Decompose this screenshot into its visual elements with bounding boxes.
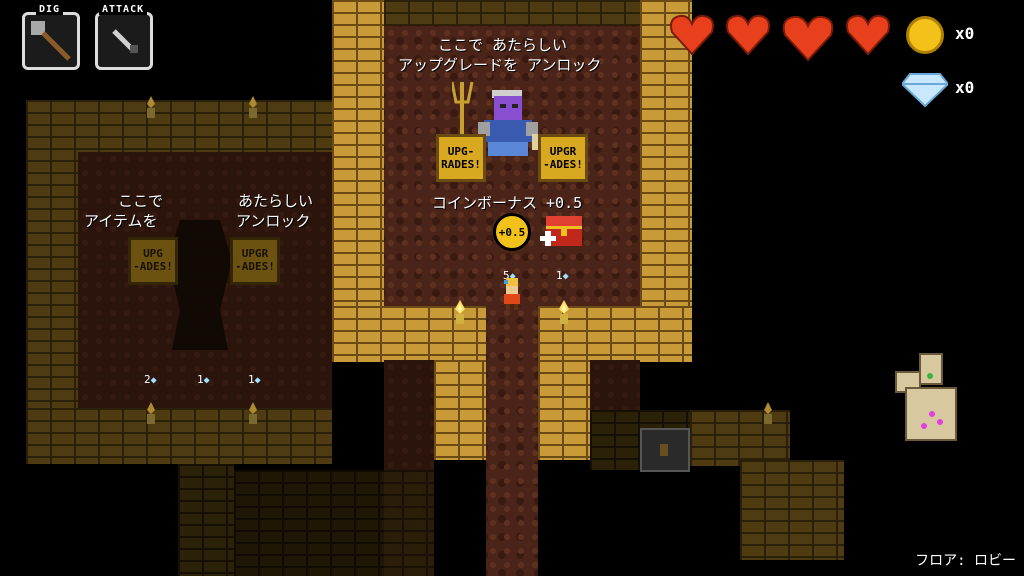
coin-icon <box>906 16 944 54</box>
diamond-icon: ◆ <box>203 375 210 386</box>
coin-count: x0 <box>955 24 975 43</box>
item-room-label-right-1: あたらしい <box>238 192 314 210</box>
item-cost-2: 1◆ <box>197 368 210 387</box>
heart-icon <box>670 14 714 56</box>
attack-slot[interactable] <box>95 12 153 70</box>
item-cost-1: 2◆ <box>144 368 157 387</box>
torch-item-4 <box>245 400 261 432</box>
coin-bonus-badge: +0.5 <box>498 225 526 239</box>
locked-door[interactable] <box>640 428 690 472</box>
health-hearts <box>668 12 892 62</box>
item-room-corridor <box>178 464 234 576</box>
item-upgrades-sign-right: UPGR -ADES! <box>230 237 280 285</box>
item-room-label-left-1: ここで <box>118 192 164 210</box>
attack-label: ATTACK <box>99 4 148 15</box>
coin-bonus-label: コインボーナス +0.5 <box>432 194 583 212</box>
upgrade-room-title-line1: ここで あたらしい <box>438 36 568 54</box>
floor-indicator: フロア: ロビー <box>915 553 1016 569</box>
upgrade-room-title-line2: アップグレードを アンロック <box>398 56 602 74</box>
corridor-wall-left <box>434 360 486 460</box>
corridor-wall-right <box>538 360 590 460</box>
bottom-walls <box>234 470 434 576</box>
torch-2 <box>556 298 572 332</box>
torch-item-2 <box>245 94 261 126</box>
item-cost-1-value: 2 <box>144 373 151 386</box>
coin-bonus-upgrade[interactable]: +0.5 <box>493 213 531 251</box>
shovel-icon <box>31 21 71 61</box>
item-room-wall-bottom <box>26 408 332 464</box>
torch-item-3 <box>143 400 159 432</box>
dig-label: DIG <box>36 4 64 15</box>
item-upgrades-sign-left: UPG -ADES! <box>128 237 178 285</box>
torch-right <box>760 400 776 432</box>
diamond-icon: ◆ <box>562 271 569 282</box>
dig-slot[interactable] <box>22 12 80 70</box>
item-room-label-right-2: アンロック <box>236 212 311 230</box>
upgrades-sign-left: UPG- RADES! <box>436 134 486 182</box>
diamond-icon: ◆ <box>150 375 157 386</box>
item-cost-3-value: 1 <box>248 373 255 386</box>
item-room-wall-left <box>26 100 78 460</box>
upgrade-room-wall-top <box>384 0 640 26</box>
diamond-icon: ◆ <box>254 375 261 386</box>
upgrade-cost-right-value: 1 <box>556 269 563 282</box>
heart-icon <box>726 14 770 56</box>
item-room-label-left-2: アイテムを <box>84 212 158 230</box>
diamond-count: x0 <box>955 78 975 97</box>
dagger-icon <box>112 29 138 53</box>
diamond-icon <box>900 70 950 112</box>
minimap[interactable] <box>892 352 962 450</box>
lock-icon <box>660 444 668 456</box>
lower-floor-right <box>590 360 640 410</box>
upgrade-cost-right: 1◆ <box>556 264 569 283</box>
torch-item-1 <box>143 94 159 126</box>
upgrades-sign-right: UPGR -ADES! <box>538 134 588 182</box>
right-room-wall-2 <box>740 460 844 560</box>
item-cost-2-value: 1 <box>197 373 204 386</box>
treasure-chest-upgrade[interactable] <box>540 212 586 256</box>
item-cost-3: 1◆ <box>248 368 261 387</box>
player-character <box>496 276 528 316</box>
torch-1 <box>452 298 468 332</box>
heart-icon <box>846 14 890 56</box>
corridor-floor <box>486 306 538 576</box>
heart-icon <box>782 15 834 62</box>
